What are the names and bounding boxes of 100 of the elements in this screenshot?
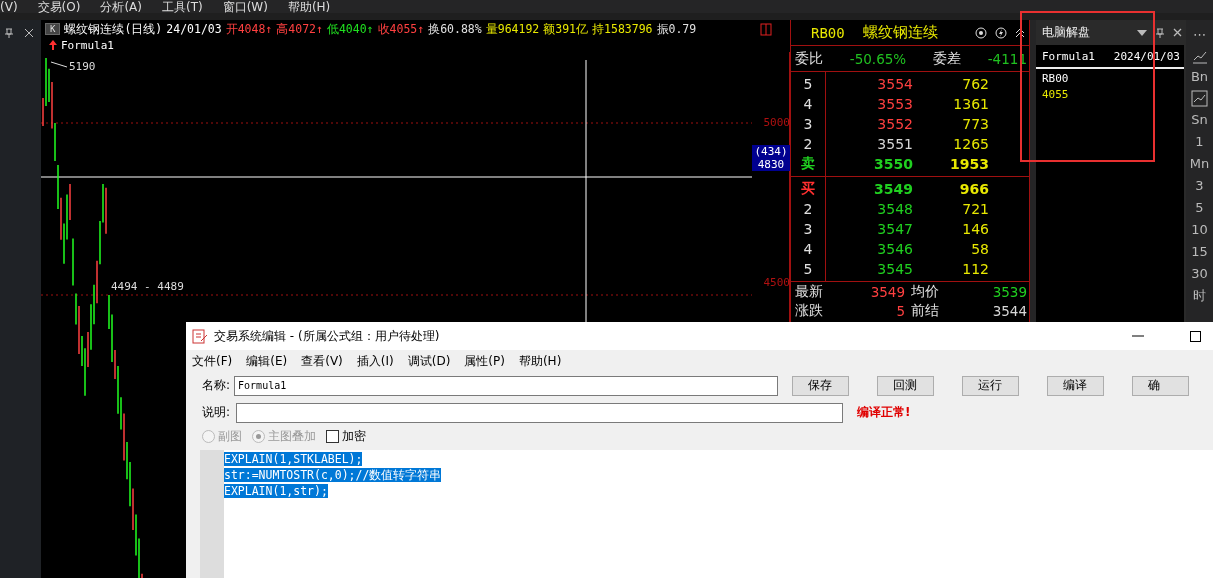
line-chart-icon[interactable] [1191,90,1208,107]
menu-item[interactable]: 工具(T) [161,2,203,13]
ratio-label: 委比 [795,49,823,68]
split-icon[interactable] [760,22,772,36]
menu-item[interactable]: 帮助(H) [518,352,562,370]
menu-item[interactable]: 查看(V) [301,352,343,370]
menu-item[interactable]: (V) [0,2,18,13]
explain-line: 4055 [1042,88,1069,101]
level-label: 4 [802,241,814,257]
period-button[interactable]: 30 [1191,265,1208,283]
bid-volume: 112 [961,261,989,277]
ask-price: 3553 [876,96,913,112]
period-button[interactable]: 15 [1191,243,1208,261]
level-label: 5 [802,261,814,277]
ask-price: 3552 [876,116,913,132]
quote-field: 高4072↑ [276,21,323,37]
contract-name: 螺纹钢连续 [862,23,938,42]
level-label: 买 [800,180,816,198]
menu-item[interactable]: 编辑(E) [246,352,288,370]
period-button[interactable]: 5 [1195,199,1204,217]
toolbar-button[interactable]: 保存 [792,375,849,396]
stat-value: 5 [896,302,905,319]
stat-label: 最新 [795,282,823,301]
bid-volume: 721 [961,201,989,217]
bid-price: 3546 [876,241,913,257]
menu-item[interactable]: 窗口(W) [222,2,268,13]
ask-price: 3554 [876,76,913,92]
period-badge[interactable]: K [45,23,61,35]
level-label: 3 [802,221,814,237]
maximize-icon[interactable] [1190,330,1201,342]
bid-price: 3545 [876,261,913,277]
formula-name: Formula1 [1042,50,1095,63]
bid-volume: 58 [970,241,989,257]
toolbar-button[interactable]: 回测 [877,375,934,396]
ask-volume: 762 [961,76,989,92]
level-label: 5 [802,76,814,92]
period-button[interactable]: 时 [1193,287,1206,305]
window-title: 交易系统编辑 - (所属公式组：用户待处理) [214,327,440,345]
period-button[interactable]: Sn [1191,111,1208,129]
menu-item[interactable]: 插入(I) [356,352,394,370]
quote-field: 低4040↑ [326,21,374,37]
bid-volume: 966 [958,181,989,197]
close-icon[interactable] [24,28,34,38]
name-field[interactable]: Formula1 [234,375,778,396]
ratio-value: -50.65% [849,50,907,67]
option-label: 副图 [218,427,242,445]
app-icon [192,328,208,344]
period-button[interactable]: 10 [1191,221,1208,239]
ask-volume: 1265 [952,136,989,152]
period-button[interactable]: 3 [1195,177,1204,195]
period-button[interactable]: ⋯ [1193,26,1206,44]
period-button[interactable]: 1 [1195,133,1204,151]
checkbox[interactable] [326,429,339,443]
stat-value: 3549 [870,283,905,300]
quote-field: 持1583796 [592,21,653,37]
axis-label: 5000 [763,116,790,129]
ask-volume: 773 [961,116,989,132]
dropdown-icon[interactable] [1137,29,1147,36]
axis-label: 4500 [763,276,790,289]
stat-label: 均价 [911,282,939,301]
stat-label: 涨跌 [795,301,823,320]
contract-code: RB00 [811,24,845,41]
menu-item[interactable]: 帮助(H) [287,2,331,13]
cursor-price-tag: (434) 4830 [752,145,790,171]
ask-volume: 1361 [952,96,989,112]
high-price-label: 5190 [69,60,96,73]
stat-label: 前结 [911,301,939,320]
level-label: 3 [802,116,814,132]
chart-date: 24/01/03 [166,22,222,36]
panel-title: 电脑解盘 [1042,24,1090,41]
menu-item[interactable]: 文件(F) [192,352,233,370]
bid-price: 3548 [876,201,913,217]
code-editor[interactable]: EXPLAIN(1,STKLABEL); str:=NUMTOSTR(c,0);//数值转字符串 EXPLAIN(1,str); [224,450,1213,578]
pin-icon[interactable] [4,28,14,38]
toolbar-button[interactable]: 运行 [962,375,1019,396]
menu-item[interactable]: 属性(P) [464,352,505,370]
pin-icon[interactable] [1155,27,1165,38]
toolbar-button[interactable]: 确 [1132,375,1189,396]
option-label: 加密 [342,427,366,445]
toolbar-button[interactable]: 编译 [1047,375,1104,396]
lightning-icon[interactable] [995,26,1007,39]
menu-item[interactable]: 交易(O) [37,2,81,13]
ask-price: 3550 [873,156,913,172]
level-label: 2 [802,136,814,152]
close-icon[interactable] [1173,28,1182,37]
period-button[interactable]: Mn [1189,155,1210,173]
menu-item[interactable]: 调试(D) [407,352,451,370]
collapse-icon[interactable] [1015,26,1025,39]
quote-field: 量964192 [485,21,540,37]
quote-field: 额391亿 [543,21,589,37]
stat-value: 3539 [992,283,1027,300]
option-label: 主图叠加 [268,427,316,445]
chart-title: 螺纹钢连续(日线) [64,21,163,37]
menu-item[interactable]: 分析(A) [100,2,142,13]
name-label: 名称: [202,377,231,394]
description-field[interactable] [236,402,843,423]
quote-field: 收4055↑ [377,21,425,37]
bid-volume: 146 [961,221,989,237]
target-icon[interactable] [975,26,987,39]
period-button[interactable]: Bn [1190,68,1209,86]
